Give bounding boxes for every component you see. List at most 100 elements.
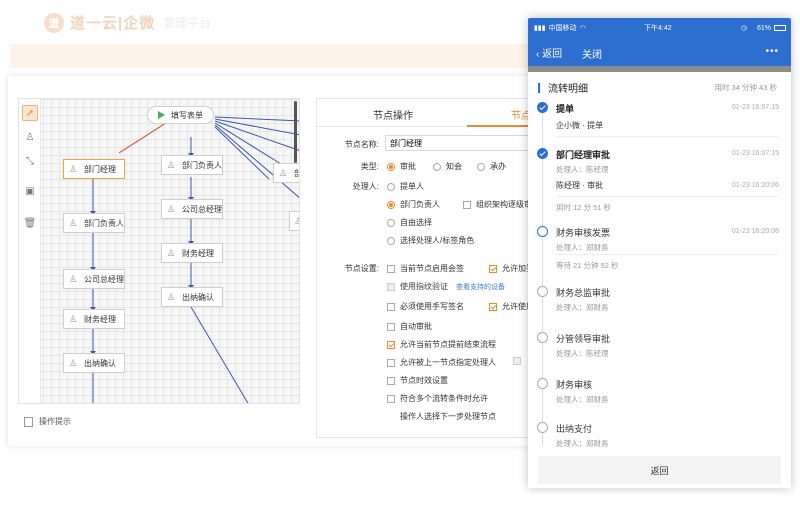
flow-node-label: 部门负责人 [182, 160, 222, 170]
canvas-scrollbar[interactable] [294, 101, 297, 163]
handler-option[interactable]: 提单人 [387, 181, 424, 192]
user-icon: ♙ [166, 203, 176, 214]
flow-node[interactable]: ♙ 财务经理 [161, 243, 223, 263]
type-option-notify[interactable]: 知会 [433, 161, 462, 172]
carrier-text: 中国移动 [548, 25, 577, 32]
tab-node-operation[interactable]: 节点操作 [373, 107, 413, 122]
node-name-label: 节点名称: [344, 140, 379, 149]
step-title: 出纳支付 [556, 424, 593, 434]
setting-time-limit[interactable]: 节点时效设置 [387, 375, 448, 386]
step-current-icon [537, 226, 548, 237]
operation-hint[interactable]: 操作提示 [24, 416, 71, 427]
more-icon[interactable]: ••• [765, 46, 779, 57]
step-time: 01-23 16:20:06 [731, 228, 779, 235]
handler-option[interactable]: 选择处理人/标签角色 [387, 235, 474, 246]
flow-canvas[interactable]: ➚ ♙ ⤡ ▣ 🗑 填写表单 ♙ 部门经理 ♙ 部门负责人 ♙ 公司总经理 ♙ … [18, 98, 300, 404]
step-done-icon [537, 148, 548, 159]
operation-hint-label: 操作提示 [39, 417, 71, 426]
setting-early-end[interactable]: 允许当前节点提前结束流程 [387, 339, 496, 350]
flow-node[interactable]: ♙ 公司总经理 [63, 269, 125, 289]
flow-node-label: 公司总经理 [84, 274, 124, 284]
start-node[interactable]: 填写表单 [147, 106, 214, 124]
flow-detail: 流转明细 用时 34 分钟 43 秒 提单 01-23 16:07:15 企小微… [528, 72, 791, 488]
step-sub: 处理人：郑财务 [556, 243, 609, 252]
alarm-icon: ◷ [740, 25, 747, 32]
user-icon: ♙ [68, 313, 78, 324]
setting-fingerprint[interactable]: 使用指纹验证 查看支持的设备 [387, 281, 505, 292]
setting-extra-checkbox[interactable] [513, 357, 526, 365]
type-option-undertake[interactable]: 承办 [477, 161, 506, 172]
flow-connectors [90, 116, 299, 403]
step-pending-icon [537, 378, 548, 389]
flow-node[interactable]: ♙ 部门负责人 [63, 213, 125, 233]
handler-option-label: 组织架构逐级审 [476, 200, 532, 209]
user-icon: ♙ [278, 167, 288, 178]
battery-icon [774, 25, 786, 31]
handler-option-label: 部门负责人 [400, 200, 440, 209]
brand-name: 道一云|企微 [70, 15, 156, 32]
radio [387, 218, 395, 227]
step-duration: 等待 21 分钟 52 秒 [556, 261, 619, 270]
flow-node[interactable]: ♙ 部门负责人 [161, 155, 223, 175]
signal-icon: ▮▮▮ [534, 25, 546, 32]
step-sub: 处理人：陈经理 [556, 349, 609, 358]
close-nav[interactable]: 关闭 [582, 46, 602, 61]
type-option-label: 承办 [490, 162, 506, 171]
flow-node-label: 部门负责人 [84, 218, 124, 228]
back-button[interactable]: 返回 [538, 456, 781, 484]
detail-title: 流转明细 [538, 80, 588, 95]
handler-option[interactable]: 自由选择 [387, 217, 432, 228]
handler-org-checkbox[interactable]: 组织架构逐级审 [463, 199, 532, 210]
flow-node-label: 公司总经理 [182, 204, 222, 214]
setting-multi-condition[interactable]: 符合多个流转条件时允许 [387, 393, 488, 404]
user-icon: ♙ [68, 357, 78, 368]
user-icon: ♙ [68, 163, 78, 174]
step-sub: 处理人：郑财务 [556, 303, 609, 312]
battery-text: 61% [756, 24, 771, 32]
setting-handwritten-signature[interactable]: 必须使用手写签名 [387, 301, 464, 312]
flow-node[interactable]: ♙ 公司总经理 [161, 199, 223, 219]
setting-designated-handler[interactable]: 允许被上一节点指定处理人 [387, 357, 496, 368]
setting-auto-approve[interactable]: 自动审批 [387, 321, 432, 332]
checkbox [387, 302, 395, 311]
back-nav[interactable]: ‹ 返回 [536, 45, 562, 60]
flow-node[interactable]: ♙ 出纳确认 [63, 353, 125, 373]
setting-label: 必须使用手写签名 [400, 302, 464, 311]
handler-option-label: 提单人 [400, 182, 424, 191]
checkbox [463, 200, 471, 209]
step-title: 财务总监审批 [556, 288, 611, 298]
setting-label: 当前节点启用会签 [400, 264, 464, 273]
flow-node[interactable]: ♙ 部 [273, 163, 299, 183]
user-icon: ♙ [166, 247, 176, 258]
step-time: 01-23 16:07:15 [731, 150, 779, 157]
type-label: 类型: [360, 162, 379, 171]
flow-node-label: 财务经理 [182, 248, 214, 258]
step-title: 财务审核发票 [556, 228, 611, 238]
workflow-editor: ➚ ♙ ⤡ ▣ 🗑 填写表单 ♙ 部门经理 ♙ 部门负责人 ♙ 公司总经理 ♙ … [8, 76, 569, 446]
type-option-approve[interactable]: 审批 [387, 161, 416, 172]
supported-devices-link[interactable]: 查看支持的设备 [456, 282, 505, 292]
flow-node-label: 财务经理 [84, 314, 116, 324]
step-title: 提单 [556, 104, 575, 114]
setting-label: 使用指纹验证 [400, 282, 448, 291]
detail-title-text: 流转明细 [548, 84, 588, 95]
checkbox-disabled [387, 282, 395, 291]
brand-subtitle: 管理平台 [163, 16, 212, 30]
handler-option[interactable]: 部门负责人 [387, 199, 440, 210]
document-icon [24, 416, 33, 427]
checkbox-disabled [513, 357, 521, 365]
setting-label: 允许当前节点提前结束流程 [400, 340, 496, 349]
checkbox [387, 358, 395, 367]
divider [556, 136, 778, 137]
step-done-icon [537, 102, 548, 113]
status-time: 下午4:42 [644, 25, 672, 32]
flow-node[interactable]: ♙ 部门经理 [63, 159, 125, 179]
setting-countersign[interactable]: 当前节点启用会签 [387, 263, 464, 274]
flow-node[interactable]: ♙ 出纳确认 [161, 287, 223, 307]
handler-label: 处理人: [352, 182, 379, 191]
user-icon: ♙ [294, 216, 299, 226]
checkbox-checked [489, 302, 497, 311]
flow-node[interactable]: ♙ [289, 211, 299, 231]
brand-logo[interactable]: 道 道一云|企微 管理平台 [44, 12, 211, 33]
flow-node[interactable]: ♙ 财务经理 [63, 309, 125, 329]
